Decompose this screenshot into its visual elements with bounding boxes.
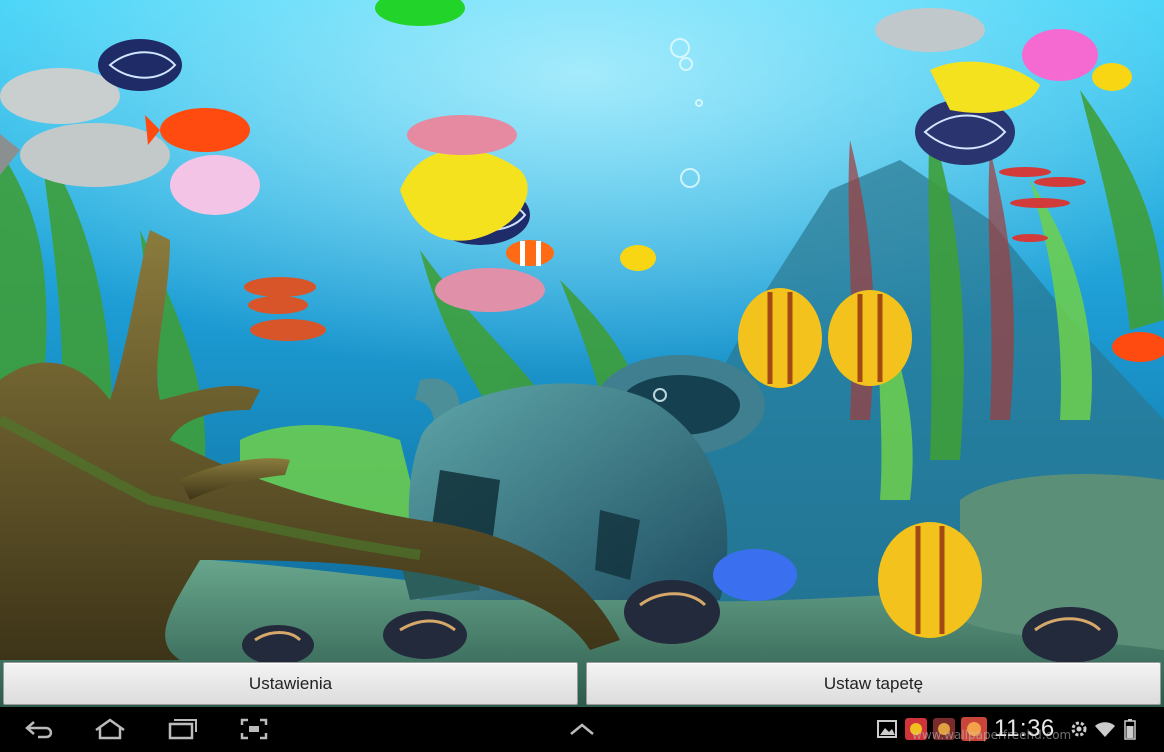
aquarium-wallpaper-preview: [0, 0, 1164, 752]
set-wallpaper-button[interactable]: Ustaw tapetę: [586, 662, 1161, 705]
expand-up-icon[interactable]: [566, 717, 598, 741]
wifi-icon: [1094, 717, 1116, 741]
live-wallpaper-preview-screen: Ustawienia Ustaw tapetę 11:36 www.wallpa…: [0, 0, 1164, 752]
screenshot-icon[interactable]: [236, 717, 272, 741]
watermark-text: www.wallpaperfreehd.com: [912, 728, 1072, 742]
battery-icon: [1122, 717, 1138, 741]
gallery-notification-icon: [876, 717, 898, 741]
settings-gear-icon: [1068, 717, 1090, 741]
recent-apps-icon[interactable]: [164, 717, 200, 741]
settings-button[interactable]: Ustawienia: [3, 662, 578, 705]
wallpaper-action-bar: Ustawienia Ustaw tapetę: [0, 661, 1164, 706]
back-icon[interactable]: [22, 717, 58, 741]
home-icon[interactable]: [90, 717, 130, 741]
